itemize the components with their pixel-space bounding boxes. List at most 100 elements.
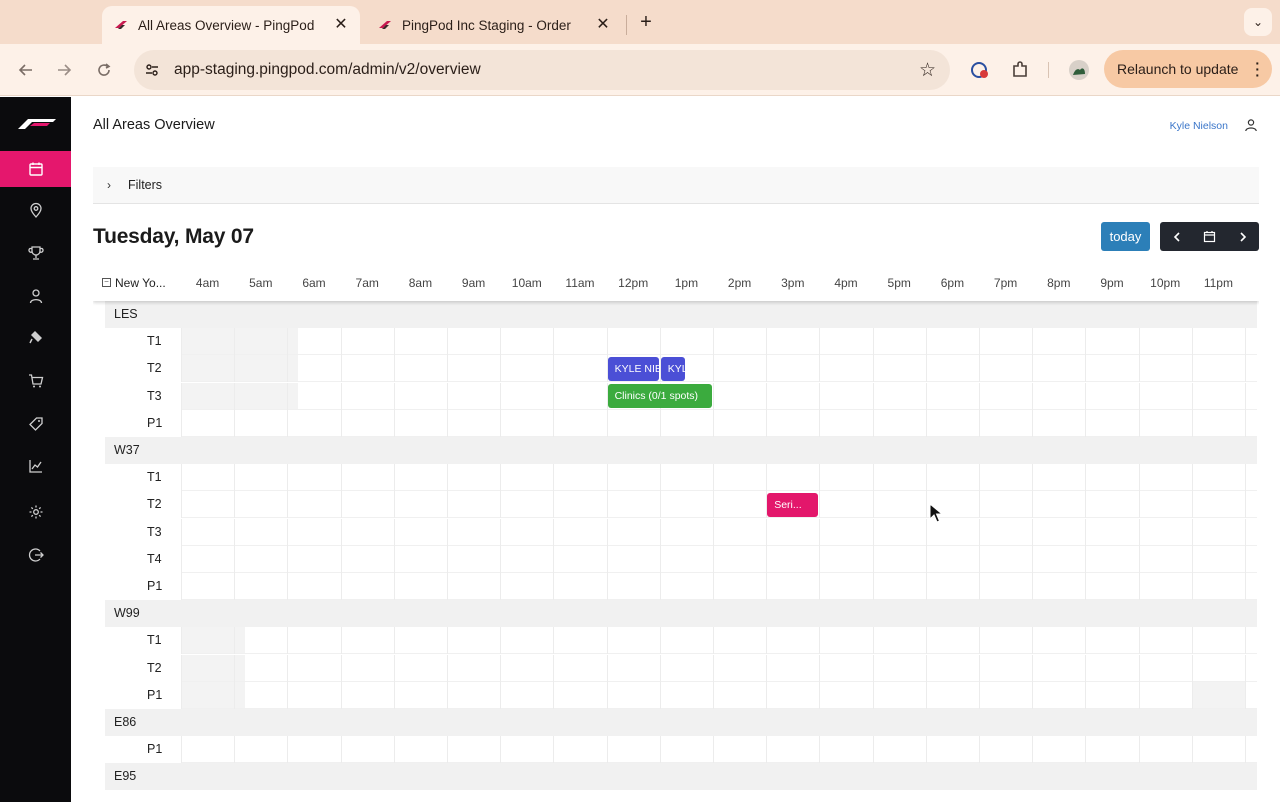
court-slots[interactable] <box>181 464 1257 492</box>
tab-title: All Areas Overview - PingPod <box>138 17 315 33</box>
sidebar-item-shop[interactable] <box>0 363 71 399</box>
hour-gridline <box>1138 464 1140 492</box>
hour-gridline <box>713 681 714 709</box>
site-settings-icon[interactable] <box>144 62 160 78</box>
court-slots[interactable] <box>181 328 1257 356</box>
tab-search-chevron-icon[interactable]: ⌄ <box>1244 8 1272 36</box>
extensions-puzzle-icon[interactable] <box>1009 59 1031 81</box>
extension-shield-icon[interactable] <box>969 59 991 81</box>
hour-gridline <box>553 518 555 546</box>
sidebar-item-logout[interactable] <box>0 537 71 573</box>
court-slots[interactable] <box>181 681 1257 709</box>
browser-tab[interactable]: PingPod Inc Staging - Order ✕ <box>366 6 622 44</box>
hour-gridline <box>500 382 502 410</box>
hour-gridline <box>1191 491 1193 519</box>
pingpod-logo-icon[interactable] <box>16 117 58 131</box>
hour-label: 9am <box>461 276 486 290</box>
hour-gridline <box>234 355 236 383</box>
court-label: T2 <box>147 660 162 675</box>
close-tab-icon[interactable]: ✕ <box>594 16 612 34</box>
hour-gridline <box>819 736 821 764</box>
court-label: P1 <box>147 742 163 757</box>
hour-gridline <box>713 573 714 600</box>
hour-gridline <box>979 328 980 356</box>
row-label-cell: E95 <box>105 763 181 791</box>
next-day-button[interactable] <box>1226 222 1259 251</box>
hour-gridline <box>1138 736 1140 764</box>
court-row: P1 <box>105 409 1257 437</box>
sidebar-item-settings[interactable] <box>0 494 71 530</box>
sidebar-item-equipment[interactable] <box>0 319 71 355</box>
chevron-left-icon <box>1173 231 1180 242</box>
booking-event[interactable]: KYL <box>660 356 686 381</box>
collapse-all-icon[interactable]: − <box>102 278 111 287</box>
sidebar-item-promotions[interactable] <box>0 406 71 442</box>
court-slots[interactable] <box>181 545 1257 573</box>
hour-gridline <box>287 464 289 492</box>
hour-gridline <box>819 328 821 356</box>
sidebar-item-calendar[interactable] <box>0 151 71 187</box>
tab-separator <box>626 15 627 35</box>
hour-gridline <box>181 627 182 655</box>
hour-gridline <box>500 491 502 519</box>
bookmark-star-icon[interactable]: ☆ <box>919 59 936 82</box>
court-slots[interactable] <box>181 736 1257 764</box>
booking-event[interactable]: KYLE NIE <box>607 356 659 381</box>
court-label: T1 <box>147 633 162 648</box>
hour-gridline <box>500 573 502 600</box>
address-bar[interactable]: app-staging.pingpod.com/admin/v2/overvie… <box>134 50 950 90</box>
court-slots[interactable] <box>181 382 1257 410</box>
area-row[interactable]: W37 <box>105 437 1257 464</box>
hour-gridline <box>287 518 289 546</box>
hour-gridline <box>979 355 980 383</box>
court-row: P1 <box>105 681 1257 709</box>
location-pin-icon <box>29 202 42 218</box>
browser-tab-active[interactable]: All Areas Overview - PingPod ✕ <box>102 6 360 44</box>
hour-gridline <box>766 382 768 410</box>
more-vert-icon[interactable]: · · · <box>1255 56 1260 82</box>
court-slots[interactable] <box>181 491 1257 519</box>
hour-gridline <box>181 464 182 492</box>
relaunch-to-update-button[interactable]: Relaunch to update · · · <box>1104 50 1272 88</box>
row-label-cell: T2 <box>105 355 181 383</box>
area-row[interactable]: W99 <box>105 600 1257 628</box>
court-slots[interactable] <box>181 627 1257 655</box>
close-tab-icon[interactable]: ✕ <box>332 16 350 34</box>
hour-gridline <box>713 409 714 437</box>
profile-avatar-icon[interactable] <box>1068 59 1090 81</box>
forward-arrow-icon[interactable] <box>52 58 76 82</box>
filters-panel-toggle[interactable]: › Filters <box>93 167 1259 204</box>
court-slots[interactable] <box>181 573 1257 600</box>
today-button[interactable]: today <box>1101 222 1150 251</box>
sidebar-item-locations[interactable] <box>0 192 71 228</box>
booking-event[interactable]: Seri... <box>767 492 819 517</box>
new-tab-icon[interactable]: + <box>636 12 656 32</box>
sidebar-item-users[interactable] <box>0 278 71 314</box>
hour-gridline <box>393 545 395 573</box>
hour-gridline <box>766 409 768 437</box>
sidebar-item-reports[interactable] <box>0 448 71 484</box>
date-picker-button[interactable] <box>1193 222 1226 251</box>
booking-event[interactable]: Clinics (0/1 spots) <box>607 384 712 409</box>
hour-gridline <box>1085 627 1087 655</box>
hour-gridline <box>1138 518 1140 546</box>
previous-day-button[interactable] <box>1160 222 1193 251</box>
account-icon[interactable] <box>1244 118 1258 132</box>
hour-gridline <box>872 518 874 546</box>
back-arrow-icon[interactable] <box>14 58 38 82</box>
date-heading: Tuesday, May 07 <box>93 225 254 248</box>
hour-gridline <box>766 573 768 600</box>
relaunch-label: Relaunch to update <box>1117 61 1239 77</box>
hour-gridline <box>1191 382 1193 410</box>
area-row[interactable]: LES <box>105 301 1257 328</box>
sidebar-item-tournaments[interactable] <box>0 235 71 271</box>
court-slots[interactable] <box>181 518 1257 546</box>
user-name-link[interactable]: Kyle Nielson <box>1170 120 1228 132</box>
area-row[interactable]: E86 <box>105 709 1257 736</box>
reload-icon[interactable] <box>92 58 116 82</box>
court-slots[interactable] <box>181 355 1257 383</box>
hour-label: 5pm <box>887 276 911 290</box>
area-row[interactable]: E95 <box>105 763 1257 791</box>
court-slots[interactable] <box>181 409 1257 437</box>
court-slots[interactable] <box>181 654 1257 682</box>
